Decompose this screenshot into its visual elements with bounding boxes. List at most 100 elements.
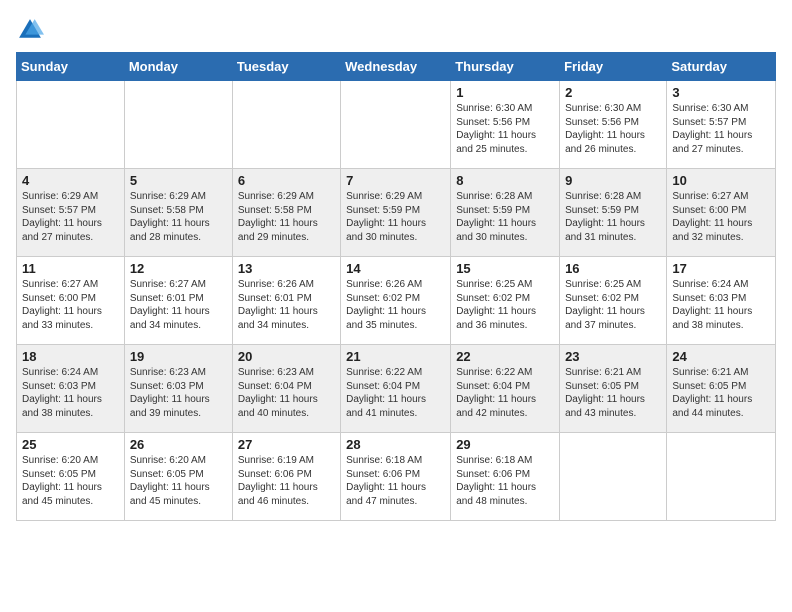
calendar-cell: 2 Sunrise: 6:30 AM Sunset: 5:56 PM Daylig…	[560, 81, 667, 169]
day-number: 27	[238, 437, 335, 452]
day-number: 13	[238, 261, 335, 276]
day-info: Sunrise: 6:26 AM Sunset: 6:01 PM Dayligh…	[238, 278, 335, 332]
weekday-header-wednesday: Wednesday	[341, 53, 451, 81]
calendar-cell: 14Sunrise: 6:26 AM Sunset: 6:02 PM Dayli…	[341, 257, 451, 345]
day-number: 26	[130, 437, 227, 452]
calendar-cell: 18 Sunrise: 6:24 AM Sunset: 6:03 PM Dayli…	[17, 345, 125, 433]
day-number: 3	[672, 85, 770, 100]
weekday-header-sunday: Sunday	[17, 53, 125, 81]
day-info: Sunrise: 6:28 AM Sunset: 5:59 PM Dayligh…	[456, 190, 554, 244]
day-number: 19	[130, 349, 227, 364]
day-info: Sunrise: 6:20 AM Sunset: 6:05 PM Dayligh…	[22, 454, 119, 508]
calendar-cell: 6 Sunrise: 6:29 AM Sunset: 5:58 PM Daylig…	[232, 169, 340, 257]
day-number: 22	[456, 349, 554, 364]
weekday-header-tuesday: Tuesday	[232, 53, 340, 81]
calendar-cell: 15 Sunrise: 6:25 AM Sunset: 6:02 PM Dayli…	[451, 257, 560, 345]
day-info: Sunrise: 6:19 AM Sunset: 6:06 PM Dayligh…	[238, 454, 335, 508]
calendar-cell: 24 Sunrise: 6:21 AM Sunset: 6:05 PM Dayli…	[667, 345, 776, 433]
calendar-cell	[560, 433, 667, 521]
day-info: Sunrise: 6:22 AM Sunset: 6:04 PM Dayligh…	[346, 366, 445, 420]
calendar-cell: 11 Sunrise: 6:27 AM Sunset: 6:00 PM Dayli…	[17, 257, 125, 345]
day-info: Sunrise: 6:20 AM Sunset: 6:05 PM Dayligh…	[130, 454, 227, 508]
calendar-cell	[341, 81, 451, 169]
weekday-header-monday: Monday	[124, 53, 232, 81]
day-number: 17	[672, 261, 770, 276]
day-info: Sunrise: 6:30 AM Sunset: 5:56 PM Dayligh…	[456, 102, 554, 156]
calendar-cell: 26 Sunrise: 6:20 AM Sunset: 6:05 PM Dayli…	[124, 433, 232, 521]
calendar-cell: 1 Sunrise: 6:30 AM Sunset: 5:56 PM Daylig…	[451, 81, 560, 169]
day-number: 16	[565, 261, 661, 276]
day-number: 23	[565, 349, 661, 364]
calendar-cell: 16Sunrise: 6:25 AM Sunset: 6:02 PM Dayli…	[560, 257, 667, 345]
day-info: Sunrise: 6:24 AM Sunset: 6:03 PM Dayligh…	[22, 366, 119, 420]
logo-icon	[16, 16, 44, 44]
calendar-cell: 21 Sunrise: 6:22 AM Sunset: 6:04 PM Dayli…	[341, 345, 451, 433]
day-number: 4	[22, 173, 119, 188]
day-number: 29	[456, 437, 554, 452]
logo	[16, 16, 48, 44]
calendar-cell: 7Sunrise: 6:29 AM Sunset: 5:59 PM Daylig…	[341, 169, 451, 257]
weekday-header-saturday: Saturday	[667, 53, 776, 81]
weekday-header-thursday: Thursday	[451, 53, 560, 81]
day-number: 10	[672, 173, 770, 188]
weekday-header-friday: Friday	[560, 53, 667, 81]
day-number: 21	[346, 349, 445, 364]
day-info: Sunrise: 6:27 AM Sunset: 6:00 PM Dayligh…	[22, 278, 119, 332]
day-number: 8	[456, 173, 554, 188]
day-number: 15	[456, 261, 554, 276]
day-info: Sunrise: 6:26 AM Sunset: 6:02 PM Dayligh…	[346, 278, 445, 332]
day-info: Sunrise: 6:23 AM Sunset: 6:03 PM Dayligh…	[130, 366, 227, 420]
day-number: 5	[130, 173, 227, 188]
calendar-cell: 4 Sunrise: 6:29 AM Sunset: 5:57 PM Daylig…	[17, 169, 125, 257]
calendar-cell: 25 Sunrise: 6:20 AM Sunset: 6:05 PM Dayli…	[17, 433, 125, 521]
calendar-cell: 12 Sunrise: 6:27 AM Sunset: 6:01 PM Dayli…	[124, 257, 232, 345]
day-info: Sunrise: 6:18 AM Sunset: 6:06 PM Dayligh…	[346, 454, 445, 508]
day-number: 1	[456, 85, 554, 100]
day-info: Sunrise: 6:18 AM Sunset: 6:06 PM Dayligh…	[456, 454, 554, 508]
calendar-cell: 22 Sunrise: 6:22 AM Sunset: 6:04 PM Dayli…	[451, 345, 560, 433]
day-info: Sunrise: 6:29 AM Sunset: 5:58 PM Dayligh…	[238, 190, 335, 244]
calendar-table: SundayMondayTuesdayWednesdayThursdayFrid…	[16, 52, 776, 521]
day-number: 18	[22, 349, 119, 364]
calendar-cell: 23 Sunrise: 6:21 AM Sunset: 6:05 PM Dayli…	[560, 345, 667, 433]
day-info: Sunrise: 6:21 AM Sunset: 6:05 PM Dayligh…	[565, 366, 661, 420]
day-info: Sunrise: 6:30 AM Sunset: 5:56 PM Dayligh…	[565, 102, 661, 156]
day-info: Sunrise: 6:25 AM Sunset: 6:02 PM Dayligh…	[456, 278, 554, 332]
calendar-cell: 17 Sunrise: 6:24 AM Sunset: 6:03 PM Dayli…	[667, 257, 776, 345]
day-number: 12	[130, 261, 227, 276]
calendar-cell: 5 Sunrise: 6:29 AM Sunset: 5:58 PM Daylig…	[124, 169, 232, 257]
calendar-cell: 29 Sunrise: 6:18 AM Sunset: 6:06 PM Dayli…	[451, 433, 560, 521]
day-number: 11	[22, 261, 119, 276]
day-info: Sunrise: 6:29 AM Sunset: 5:58 PM Dayligh…	[130, 190, 227, 244]
calendar-cell	[667, 433, 776, 521]
day-number: 20	[238, 349, 335, 364]
day-number: 7	[346, 173, 445, 188]
day-info: Sunrise: 6:30 AM Sunset: 5:57 PM Dayligh…	[672, 102, 770, 156]
day-info: Sunrise: 6:22 AM Sunset: 6:04 PM Dayligh…	[456, 366, 554, 420]
calendar-cell: 28 Sunrise: 6:18 AM Sunset: 6:06 PM Dayli…	[341, 433, 451, 521]
calendar-cell: 10 Sunrise: 6:27 AM Sunset: 6:00 PM Dayli…	[667, 169, 776, 257]
calendar-cell: 27 Sunrise: 6:19 AM Sunset: 6:06 PM Dayli…	[232, 433, 340, 521]
day-info: Sunrise: 6:29 AM Sunset: 5:57 PM Dayligh…	[22, 190, 119, 244]
calendar-cell: 20 Sunrise: 6:23 AM Sunset: 6:04 PM Dayli…	[232, 345, 340, 433]
calendar-cell	[124, 81, 232, 169]
calendar-cell: 8 Sunrise: 6:28 AM Sunset: 5:59 PM Daylig…	[451, 169, 560, 257]
calendar-cell: 19 Sunrise: 6:23 AM Sunset: 6:03 PM Dayli…	[124, 345, 232, 433]
day-info: Sunrise: 6:28 AM Sunset: 5:59 PM Dayligh…	[565, 190, 661, 244]
day-number: 25	[22, 437, 119, 452]
calendar-cell: 9Sunrise: 6:28 AM Sunset: 5:59 PM Daylig…	[560, 169, 667, 257]
day-info: Sunrise: 6:27 AM Sunset: 6:01 PM Dayligh…	[130, 278, 227, 332]
day-number: 24	[672, 349, 770, 364]
header	[16, 16, 776, 44]
day-info: Sunrise: 6:24 AM Sunset: 6:03 PM Dayligh…	[672, 278, 770, 332]
day-info: Sunrise: 6:21 AM Sunset: 6:05 PM Dayligh…	[672, 366, 770, 420]
calendar-cell: 13 Sunrise: 6:26 AM Sunset: 6:01 PM Dayli…	[232, 257, 340, 345]
day-number: 28	[346, 437, 445, 452]
day-number: 2	[565, 85, 661, 100]
calendar-cell	[17, 81, 125, 169]
calendar-cell	[232, 81, 340, 169]
calendar-cell: 3 Sunrise: 6:30 AM Sunset: 5:57 PM Daylig…	[667, 81, 776, 169]
day-info: Sunrise: 6:27 AM Sunset: 6:00 PM Dayligh…	[672, 190, 770, 244]
day-info: Sunrise: 6:23 AM Sunset: 6:04 PM Dayligh…	[238, 366, 335, 420]
day-number: 6	[238, 173, 335, 188]
